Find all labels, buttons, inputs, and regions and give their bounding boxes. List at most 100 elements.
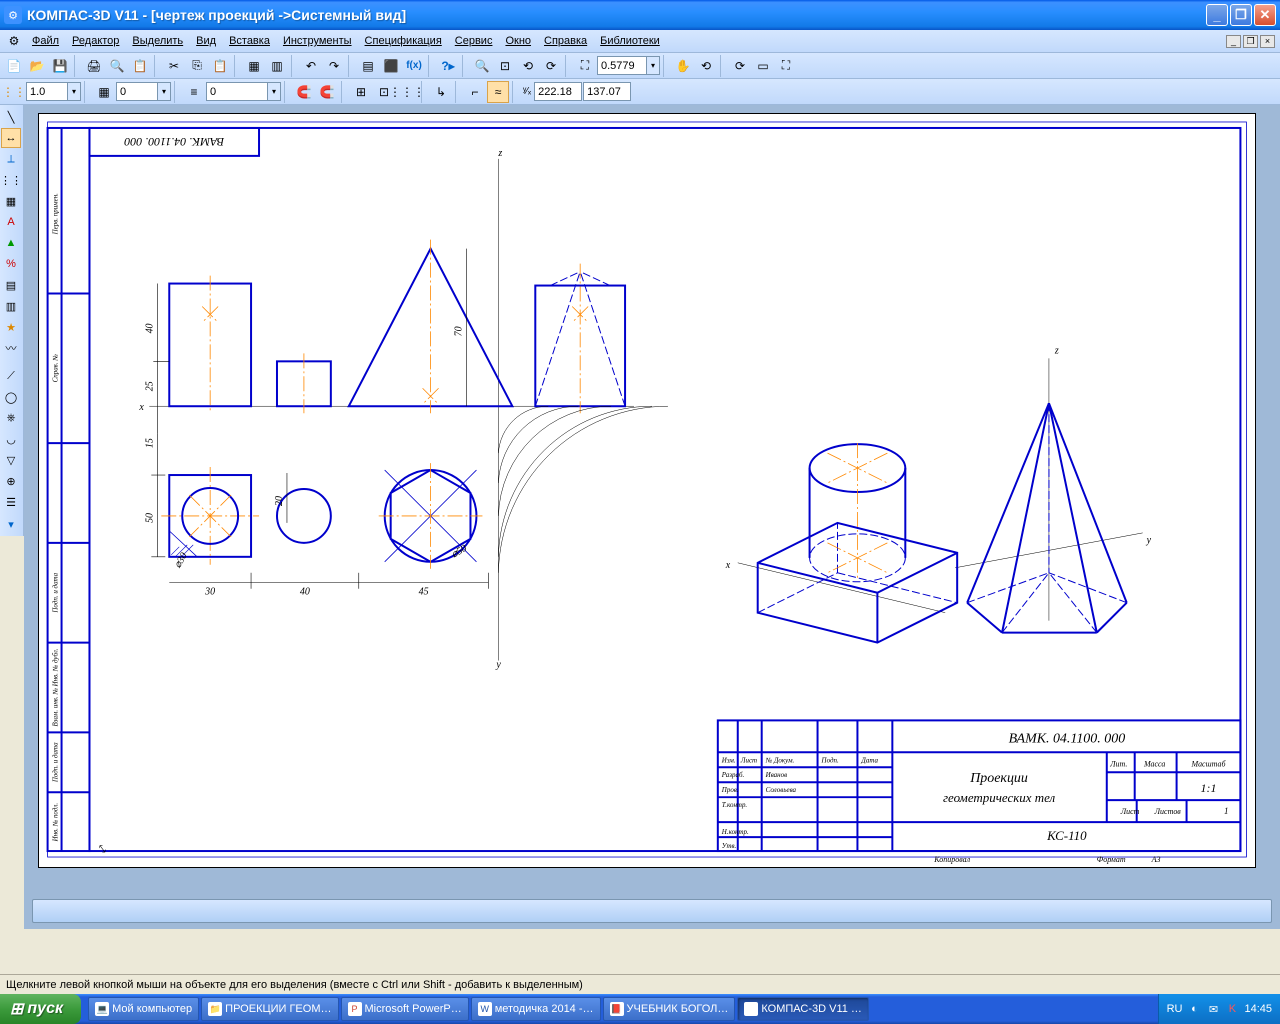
fullscreen-icon[interactable]: ⛶ (775, 55, 797, 77)
zoom-next-icon[interactable]: ⟳ (540, 55, 562, 77)
round-icon[interactable]: ≈ (487, 81, 509, 103)
menu-lib[interactable]: Библиотеки (594, 32, 666, 50)
help-icon[interactable]: ?▸ (437, 55, 459, 77)
snap-off-icon[interactable]: 🧲 (316, 81, 338, 103)
menu-edit[interactable]: Редактор (66, 32, 125, 50)
tray-shield-icon[interactable]: K (1225, 1002, 1239, 1016)
fx-icon[interactable]: f(x) (403, 55, 425, 77)
layer-dropdown-icon[interactable]: ▾ (268, 82, 281, 101)
property-bar[interactable] (32, 899, 1272, 923)
start-button[interactable]: ⊞пуск (0, 994, 81, 1024)
params-icon[interactable]: ▦ (1, 191, 21, 211)
tray-message-icon[interactable]: ✉ (1206, 1002, 1220, 1016)
task-kompas[interactable]: ⚙КОМПАС-3D V11 … (737, 997, 869, 1021)
canvas-area[interactable]: ВАМК. 04.1100. 000 Перв. примен. Справ. … (24, 105, 1280, 894)
lcs-icon[interactable]: ↳ (430, 81, 452, 103)
maximize-button[interactable]: ❐ (1230, 4, 1252, 26)
zoom-in-icon[interactable]: 🔍 (471, 55, 493, 77)
grid-icon[interactable]: ⊞ (350, 81, 372, 103)
text-tool-icon[interactable]: A (1, 212, 21, 232)
menu-window[interactable]: Окно (499, 32, 537, 50)
measure-icon[interactable]: ▲ (1, 233, 21, 253)
mdi-restore-button[interactable]: ❐ (1243, 35, 1258, 48)
menu-tools[interactable]: Инструменты (277, 32, 358, 50)
task-powerpoint[interactable]: PMicrosoft PowerP… (341, 997, 469, 1021)
circle-icon[interactable]: ◯ (1, 387, 21, 407)
step-input[interactable]: ▾ (26, 82, 81, 101)
bezier-icon[interactable]: ⎈ (1, 408, 21, 428)
lang-indicator[interactable]: RU (1167, 1003, 1183, 1015)
window-icon[interactable]: ▭ (752, 55, 774, 77)
preview-icon[interactable]: 🔍 (106, 55, 128, 77)
ortho-icon[interactable]: ⌐ (464, 81, 486, 103)
tray-network-icon[interactable]: ◐ (1187, 1002, 1201, 1016)
menu-help[interactable]: Справка (538, 32, 593, 50)
task-my-computer[interactable]: 💻Мой компьютер (88, 997, 199, 1021)
coord-x-input[interactable] (534, 82, 582, 101)
props-icon[interactable]: 📋 (129, 55, 151, 77)
scroll-down-icon[interactable]: ▾ (1, 514, 21, 534)
grid3-icon[interactable]: ⋮⋮⋮ (396, 81, 418, 103)
aux-point-icon[interactable]: ⊕ (1, 471, 21, 491)
cut-icon[interactable]: ✂ (163, 55, 185, 77)
geometry-icon[interactable]: ╲ (1, 107, 21, 127)
spec-icon[interactable]: ▤ (1, 275, 21, 295)
app-menu-icon[interactable]: ⚙ (3, 30, 25, 52)
menu-select[interactable]: Выделить (126, 32, 189, 50)
select-tool-icon[interactable]: % (1, 254, 21, 274)
coord-y-input[interactable] (583, 82, 631, 101)
menu-spec[interactable]: Спецификация (359, 32, 448, 50)
menu-file[interactable]: Файл (26, 32, 65, 50)
step-value[interactable] (26, 82, 68, 101)
layer-input[interactable]: ▾ (206, 82, 281, 101)
insert-icon[interactable]: ★ (1, 317, 21, 337)
edit-icon[interactable]: ⋮⋮ (1, 170, 21, 190)
snap-on-icon[interactable]: 🧲 (293, 81, 315, 103)
zoom-input[interactable]: ▾ (597, 56, 660, 75)
menu-view[interactable]: Вид (190, 32, 222, 50)
library-icon[interactable]: ⬛ (380, 55, 402, 77)
rotate-icon[interactable]: ⟲ (695, 55, 717, 77)
mdi-minimize-button[interactable]: _ (1226, 35, 1241, 48)
zoom-window-icon[interactable]: ⊡ (494, 55, 516, 77)
minimize-button[interactable]: _ (1206, 4, 1228, 26)
save-icon[interactable]: 💾 (49, 55, 71, 77)
zoom-value[interactable] (597, 56, 647, 75)
layer-icon[interactable]: ≡ (183, 81, 205, 103)
doc-tree-icon[interactable]: ▥ (266, 55, 288, 77)
close-button[interactable]: ✕ (1254, 4, 1276, 26)
paste-icon[interactable]: 📋 (209, 55, 231, 77)
dimensions-icon[interactable]: ↔ (1, 128, 21, 148)
zoom-fit-icon[interactable]: ⛶ (574, 55, 596, 77)
step-dropdown-icon[interactable]: ▾ (68, 82, 81, 101)
menu-service[interactable]: Сервис (449, 32, 499, 50)
pan-icon[interactable]: ✋ (672, 55, 694, 77)
zoom-dropdown-icon[interactable]: ▾ (647, 56, 660, 75)
copy-icon[interactable]: ⎘ (186, 55, 208, 77)
open-icon[interactable]: 📂 (26, 55, 48, 77)
grid-snap-icon[interactable]: ⋮⋮ (3, 81, 25, 103)
tools-icon[interactable]: ☰ (1, 492, 21, 512)
mdi-close-button[interactable]: × (1260, 35, 1275, 48)
print-icon[interactable]: 🖨 (83, 55, 105, 77)
variables-icon[interactable]: ▤ (357, 55, 379, 77)
layer-value[interactable] (206, 82, 268, 101)
new-icon[interactable]: 📄 (3, 55, 25, 77)
zoom-prev-icon[interactable]: ⟲ (517, 55, 539, 77)
reports-icon[interactable]: ▥ (1, 296, 21, 316)
view-state-icon[interactable]: ▦ (93, 81, 115, 103)
arc-dim-icon[interactable]: ◡ (1, 429, 21, 449)
state-value[interactable] (116, 82, 158, 101)
spline-icon[interactable]: 〰 (1, 338, 21, 358)
menu-insert[interactable]: Вставка (223, 32, 276, 50)
annotations-icon[interactable]: ⟂ (1, 149, 21, 169)
state-input[interactable]: ▾ (116, 82, 171, 101)
aux-line-icon[interactable]: ⟋ (1, 366, 21, 386)
state-dropdown-icon[interactable]: ▾ (158, 82, 171, 101)
task-textbook[interactable]: 📕УЧЕБНИК БОГОЛ… (603, 997, 736, 1021)
redo-icon[interactable]: ↷ (323, 55, 345, 77)
undo-icon[interactable]: ↶ (300, 55, 322, 77)
task-folder[interactable]: 📁ПРОЕКЦИИ ГЕОМ… (201, 997, 338, 1021)
drawing-sheet[interactable]: ВАМК. 04.1100. 000 Перв. примен. Справ. … (38, 113, 1256, 868)
system-tray[interactable]: RU ◐ ✉ K 14:45 (1158, 994, 1280, 1024)
